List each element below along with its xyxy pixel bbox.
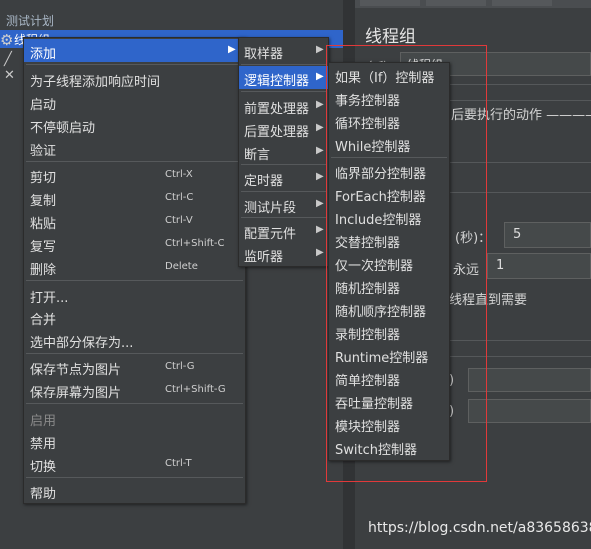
menu-separator — [26, 477, 243, 478]
menu-item-shortcut: Ctrl-V — [165, 215, 193, 226]
submenu-item-timer[interactable]: 定时器 ▶ — [239, 166, 328, 189]
menu-separator — [241, 191, 326, 192]
chevron-right-icon: ▶ — [316, 224, 324, 235]
menu-separator — [26, 161, 243, 162]
menu-item-shortcut: Ctrl-G — [165, 361, 195, 372]
toolbar-tile — [426, 0, 486, 6]
chevron-right-icon: ▶ — [316, 44, 324, 55]
menu-separator — [26, 64, 243, 65]
menu-item-enable: 启用 — [24, 406, 245, 429]
menu-item-add-response-time[interactable]: 为子线程添加响应时间 — [24, 67, 245, 90]
menu-item-duplicate[interactable]: 复写 Ctrl+Shift-C — [24, 232, 245, 255]
chevron-right-icon: ▶ — [316, 198, 324, 209]
menu-item-save-selection-as[interactable]: 选中部分保存为... — [24, 328, 245, 351]
menu-separator — [26, 403, 243, 404]
menu-item-label: 保存节点为图片 — [30, 363, 122, 378]
menu-item-label: 剪切 — [30, 171, 57, 186]
gear-icon: ⚙ — [0, 31, 14, 49]
menu-item-label: 验证 — [30, 144, 57, 159]
menu-separator — [26, 280, 243, 281]
menu-item-label: 断言 — [244, 148, 271, 163]
menu-item-label: 启用 — [30, 414, 57, 429]
menu-item-shortcut: Ctrl-C — [165, 192, 194, 203]
menu-item-label: 后置处理器 — [244, 125, 310, 140]
menu-item-label: 测试片段 — [244, 201, 297, 216]
ramp-up-field[interactable]: 5 — [504, 222, 591, 248]
menu-item-label: 复写 — [30, 240, 57, 255]
menu-separator — [241, 64, 326, 65]
menu-item-label: 逻辑控制器 — [244, 74, 310, 89]
chevron-right-icon: ▶ — [228, 44, 236, 55]
menu-item-label: 粘贴 — [30, 217, 57, 232]
annotation-highlight-box — [326, 45, 487, 482]
menu-item-label: 合并 — [30, 313, 57, 328]
menu-item-label: 帮助 — [30, 487, 57, 502]
chevron-right-icon: ▶ — [316, 99, 324, 110]
menu-separator — [241, 91, 326, 92]
menu-item-shortcut: Ctrl+Shift-C — [165, 238, 225, 249]
tree-root-test-plan[interactable]: 测试计划 — [6, 12, 54, 29]
menu-item-toggle[interactable]: 切换 Ctrl-T — [24, 452, 245, 475]
menu-item-label: 取样器 — [244, 47, 284, 62]
loop-count-field[interactable]: 1 — [487, 253, 591, 279]
submenu-item-assertion[interactable]: 断言 ▶ — [239, 140, 328, 163]
menu-item-label: 启动 — [30, 98, 57, 113]
menu-item-copy[interactable]: 复制 Ctrl-C — [24, 186, 245, 209]
menu-item-shortcut: Delete — [165, 261, 198, 272]
menu-item-label: 配置元件 — [244, 227, 297, 242]
menu-item-delete[interactable]: 删除 Delete — [24, 255, 245, 278]
menu-item-disable[interactable]: 禁用 — [24, 429, 245, 452]
submenu-item-listener[interactable]: 监听器 ▶ — [239, 242, 328, 265]
menu-item-shortcut: Ctrl+Shift-G — [165, 384, 226, 395]
menu-separator — [26, 353, 243, 354]
submenu-item-logic-controller[interactable]: 逻辑控制器 ▶ — [239, 66, 328, 89]
toolbar-tile — [492, 0, 552, 6]
menu-separator — [241, 164, 326, 165]
menu-item-save-screen-image[interactable]: 保存屏幕为图片 Ctrl+Shift-G — [24, 378, 245, 401]
menu-item-merge[interactable]: 合并 — [24, 305, 245, 328]
submenu-item-test-fragment[interactable]: 测试片段 ▶ — [239, 193, 328, 216]
add-submenu: 取样器 ▶ 逻辑控制器 ▶ 前置处理器 ▶ 后置处理器 ▶ 断言 ▶ 定时器 ▶… — [238, 37, 329, 267]
chevron-right-icon: ▶ — [316, 145, 324, 156]
menu-item-label: 为子线程添加响应时间 — [30, 75, 161, 90]
context-menu: 添加 ▶ 为子线程添加响应时间 启动 不停顿启动 验证 剪切 Ctrl-X 复制… — [23, 37, 246, 504]
menu-item-label: 前置处理器 — [244, 102, 310, 117]
chevron-right-icon: ▶ — [316, 122, 324, 133]
submenu-item-sampler[interactable]: 取样器 ▶ — [239, 39, 328, 62]
menu-item-label: 切换 — [30, 460, 57, 475]
submenu-item-config-element[interactable]: 配置元件 ▶ — [239, 219, 328, 242]
menu-item-label: 删除 — [30, 263, 57, 278]
menu-item-shortcut: Ctrl-T — [165, 458, 192, 469]
menu-item-help[interactable]: 帮助 — [24, 479, 245, 502]
pipette-icon: ╱ — [4, 52, 12, 67]
toolbar-tile — [360, 0, 420, 6]
menu-item-label: 不停顿启动 — [30, 121, 96, 136]
chevron-right-icon: ▶ — [316, 171, 324, 182]
watermark-url: https://blog.csdn.net/a836586387 — [368, 520, 591, 536]
menu-item-start[interactable]: 启动 — [24, 90, 245, 113]
panel-title: 线程组 — [365, 27, 416, 47]
menu-item-label: 打开... — [30, 291, 69, 306]
menu-item-cut[interactable]: 剪切 Ctrl-X — [24, 163, 245, 186]
menu-item-start-no-pauses[interactable]: 不停顿启动 — [24, 113, 245, 136]
menu-item-shortcut: Ctrl-X — [165, 169, 193, 180]
submenu-item-pre-processor[interactable]: 前置处理器 ▶ — [239, 94, 328, 117]
submenu-item-post-processor[interactable]: 后置处理器 ▶ — [239, 117, 328, 140]
tools-icon: ✕ — [4, 68, 15, 83]
menu-item-add[interactable]: 添加 ▶ — [24, 39, 245, 62]
menu-item-save-node-image[interactable]: 保存节点为图片 Ctrl-G — [24, 355, 245, 378]
menu-item-open[interactable]: 打开... — [24, 283, 245, 306]
menu-item-label: 保存屏幕为图片 — [30, 386, 122, 401]
menu-item-label: 添加 — [30, 47, 57, 62]
chevron-right-icon: ▶ — [316, 71, 324, 82]
menu-item-label: 复制 — [30, 194, 57, 209]
menu-item-label: 选中部分保存为... — [30, 336, 134, 351]
menu-item-label: 监听器 — [244, 250, 284, 265]
menu-separator — [241, 217, 326, 218]
chevron-right-icon: ▶ — [316, 247, 324, 258]
menu-item-label: 禁用 — [30, 437, 57, 452]
menu-item-validate[interactable]: 验证 — [24, 136, 245, 159]
menu-item-label: 定时器 — [244, 174, 284, 189]
menu-item-paste[interactable]: 粘贴 Ctrl-V — [24, 209, 245, 232]
